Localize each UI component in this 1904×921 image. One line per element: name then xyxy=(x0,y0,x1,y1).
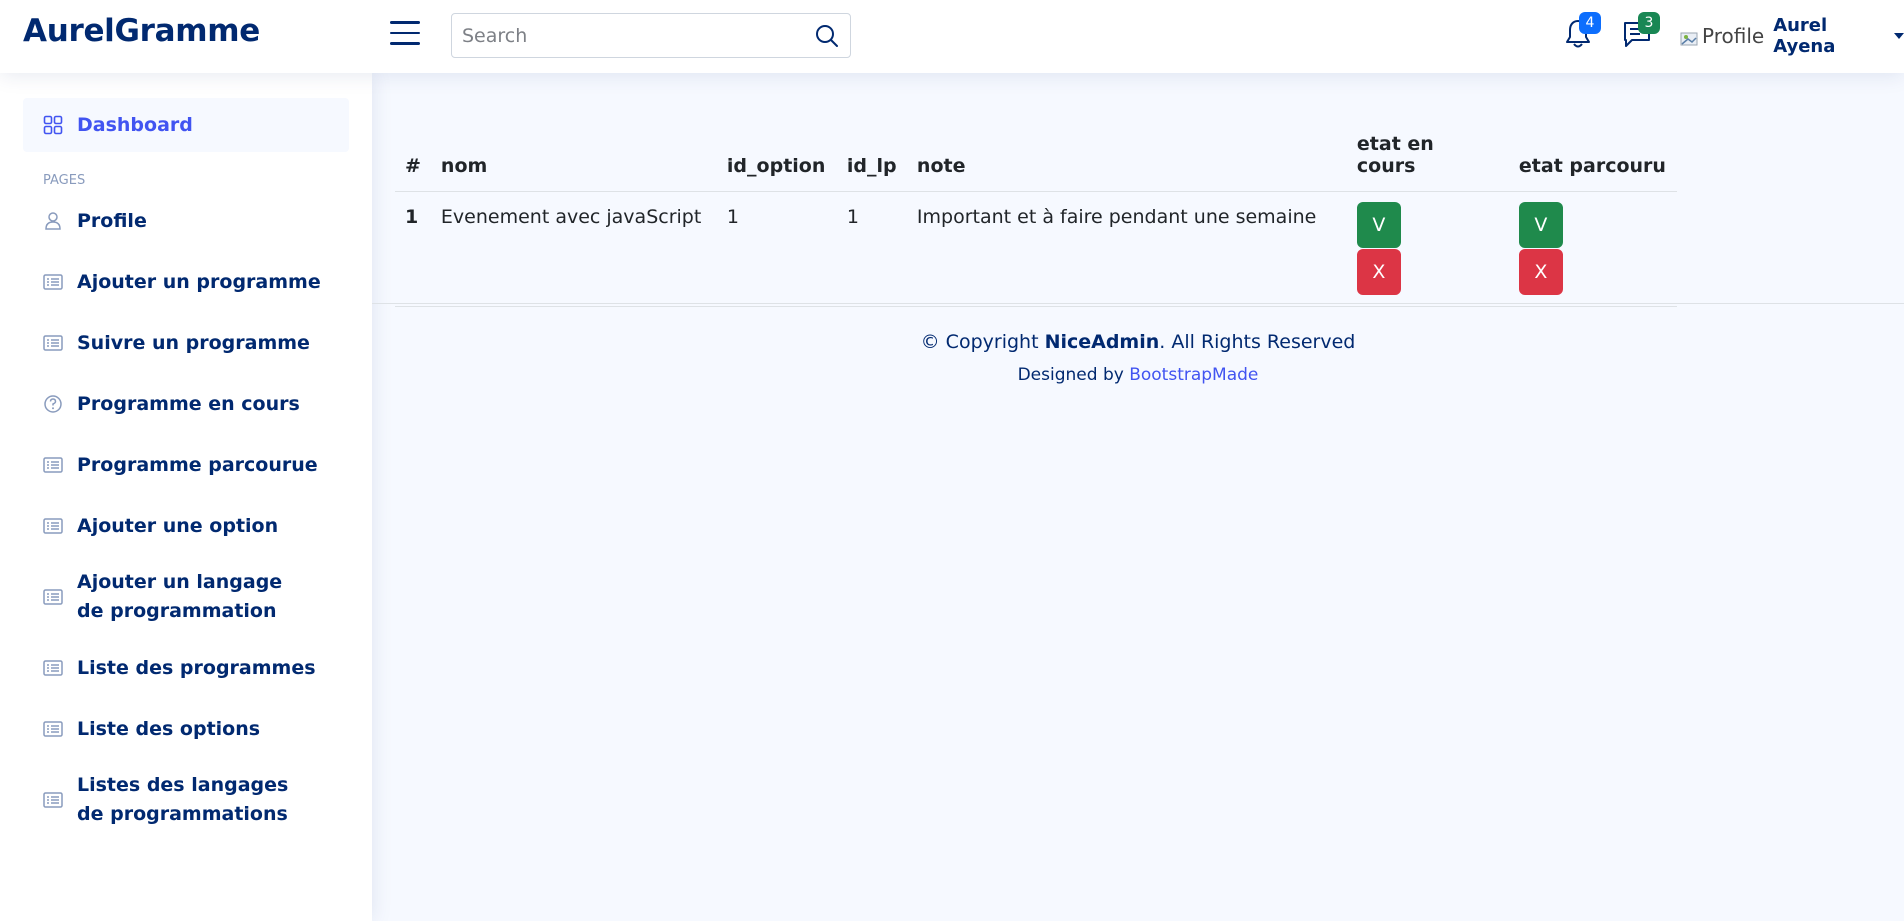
card-list-icon xyxy=(43,272,63,292)
sidebar-item-ajouter-langage[interactable]: Ajouter un langage de programmation xyxy=(23,560,349,634)
person-icon xyxy=(43,211,63,231)
copyright-prefix: © Copyright xyxy=(920,331,1045,353)
sidebar-item-ajouter-programme[interactable]: Ajouter un programme xyxy=(23,255,349,309)
sidebar-item-label: Suivre un programme xyxy=(77,331,310,354)
card-list-icon xyxy=(43,333,63,353)
notifications-bell-icon[interactable]: 4 xyxy=(1563,12,1601,50)
cell-note: Important et à faire pendant une semaine xyxy=(906,191,1347,307)
sidebar-item-suivre-programme[interactable]: Suivre un programme xyxy=(23,316,349,370)
sidebar-item-dashboard[interactable]: Dashboard xyxy=(23,98,349,152)
table-row: 1 Evenement avec javaScript 1 1 Importan… xyxy=(395,191,1677,307)
card-list-icon xyxy=(43,790,63,810)
header: AurelGramme 4 3 Profile Aurel Ayena xyxy=(0,0,1904,73)
cell-nom: Evenement avec javaScript xyxy=(430,191,717,307)
profile-dropdown[interactable]: Profile Aurel Ayena xyxy=(1680,15,1904,57)
notifications-badge: 4 xyxy=(1579,12,1601,34)
programmes-table: # nom id_option id_lp note etat en cours… xyxy=(395,119,1677,307)
table-header-row: # nom id_option id_lp note etat en cours… xyxy=(395,119,1677,192)
designer-link[interactable]: BootstrapMade xyxy=(1129,365,1258,385)
card-list-icon xyxy=(43,587,63,607)
cell-id-lp: 1 xyxy=(836,191,907,307)
sidebar-item-label: Listes des langages de programmations xyxy=(77,774,289,825)
copyright-suffix: . All Rights Reserved xyxy=(1159,331,1356,353)
copyright-text: © Copyright NiceAdmin. All Rights Reserv… xyxy=(372,331,1904,353)
sidebar-item-label: Dashboard xyxy=(77,113,193,136)
column-header: # xyxy=(395,119,431,192)
sidebar-item-label: Ajouter un langage de programmation xyxy=(77,571,283,622)
avatar: Profile xyxy=(1680,24,1764,48)
main-content: # nom id_option id_lp note etat en cours… xyxy=(372,73,1904,921)
sidebar-item-label: Profile xyxy=(77,209,147,232)
avatar-alt-text: Profile xyxy=(1702,24,1765,48)
search-icon[interactable] xyxy=(814,23,840,49)
card-list-icon xyxy=(43,455,63,475)
sidebar-heading: PAGES xyxy=(43,173,86,188)
footer: © Copyright NiceAdmin. All Rights Reserv… xyxy=(372,331,1904,385)
search-input[interactable] xyxy=(462,14,792,57)
broken-image-icon xyxy=(1680,28,1700,46)
column-header: etat en cours xyxy=(1346,119,1509,192)
column-header: etat parcouru xyxy=(1508,119,1677,192)
sidebar-item-programme-parcourue[interactable]: Programme parcourue xyxy=(23,438,349,492)
sidebar-item-label: Liste des programmes xyxy=(77,656,316,679)
logo[interactable]: AurelGramme xyxy=(23,13,260,49)
sidebar-item-liste-options[interactable]: Liste des options xyxy=(23,702,349,756)
sidebar-item-label: Ajouter un programme xyxy=(77,270,321,293)
cell-etat-en-cours: V X xyxy=(1346,191,1509,307)
column-header: nom xyxy=(430,119,717,192)
column-header: id_lp xyxy=(836,119,907,192)
card-list-icon xyxy=(43,719,63,739)
sidebar-item-ajouter-option[interactable]: Ajouter une option xyxy=(23,499,349,553)
card-list-icon xyxy=(43,658,63,678)
brand-name: NiceAdmin xyxy=(1044,331,1160,353)
chevron-down-icon xyxy=(1894,33,1904,39)
cell-id-option: 1 xyxy=(716,191,837,307)
messages-badge: 3 xyxy=(1638,12,1660,34)
validate-parcouru-button[interactable]: V xyxy=(1518,202,1563,248)
question-circle-icon xyxy=(43,394,63,414)
footer-divider xyxy=(372,303,1904,304)
validate-en-cours-button[interactable]: V xyxy=(1356,202,1401,248)
designed-by-label: Designed by xyxy=(1017,365,1130,385)
credits: Designed by BootstrapMade xyxy=(372,365,1904,385)
sidebar-item-label: Ajouter une option xyxy=(77,514,279,537)
user-name: Aurel Ayena xyxy=(1773,15,1836,57)
column-header: note xyxy=(906,119,1347,192)
reject-parcouru-button[interactable]: X xyxy=(1518,249,1563,295)
cell-etat-parcouru: V X xyxy=(1508,191,1677,307)
grid-icon xyxy=(43,115,63,135)
card-list-icon xyxy=(43,516,63,536)
sidebar-item-programme-en-cours[interactable]: Programme en cours xyxy=(23,377,349,431)
sidebar-item-profile[interactable]: Profile xyxy=(23,194,349,248)
reject-en-cours-button[interactable]: X xyxy=(1356,249,1401,295)
column-header: id_option xyxy=(716,119,837,192)
search-form xyxy=(451,13,851,58)
sidebar-item-label: Programme en cours xyxy=(77,392,300,415)
sidebar-item-liste-programmes[interactable]: Liste des programmes xyxy=(23,641,349,695)
messages-chat-icon[interactable]: 3 xyxy=(1622,12,1660,50)
sidebar: Dashboard PAGES Profile Ajouter un progr… xyxy=(0,73,372,921)
sidebar-item-label: Programme parcourue xyxy=(77,453,318,476)
toggle-sidebar-icon[interactable] xyxy=(390,21,420,47)
sidebar-item-listes-langages[interactable]: Listes des langages de programmations xyxy=(23,763,349,837)
row-number: 1 xyxy=(395,191,431,307)
sidebar-item-label: Liste des options xyxy=(77,717,261,740)
